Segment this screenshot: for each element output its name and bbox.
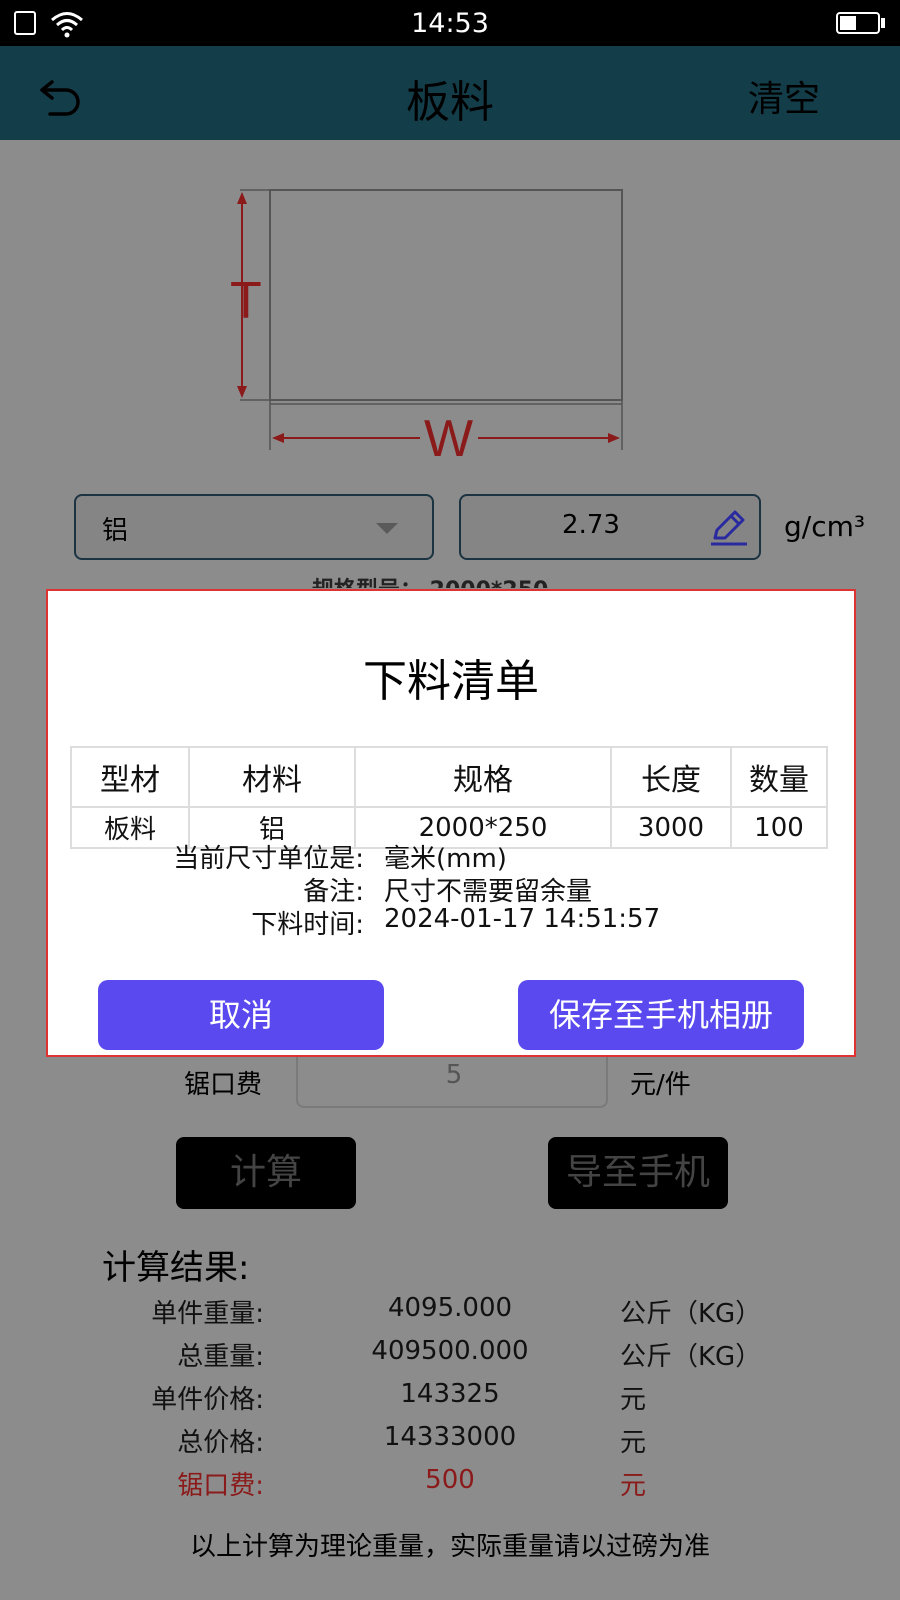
saw-fee-input[interactable]: 5: [296, 1048, 608, 1108]
status-bar: 14:53: [0, 0, 900, 46]
cutting-list-dialog: 下料清单 型材 材料 规格 长度 数量 板料 铝 2000*250 3000 1…: [46, 589, 856, 1057]
export-to-phone-button[interactable]: 导至手机: [548, 1137, 728, 1209]
density-unit: g/cm³: [784, 510, 866, 543]
material-selected-value: 铝: [102, 516, 129, 546]
saw-fee-value: 5: [445, 1060, 463, 1090]
table-header-cell: 规格: [354, 746, 612, 808]
t-label: T: [230, 272, 262, 330]
cutting-list-table: 型材 材料 规格 长度 数量 板料 铝 2000*250 3000 100: [70, 746, 828, 849]
battery-icon: [836, 12, 880, 34]
result-unit: 元: [620, 1385, 647, 1415]
cut-time-value: 2024-01-17 14:51:57: [384, 904, 661, 934]
table-header-cell: 型材: [70, 746, 190, 808]
remark-value: 尺寸不需要留余量: [384, 877, 593, 907]
edit-pencil-icon[interactable]: [705, 504, 753, 550]
cut-time-label: 下料时间:: [251, 910, 364, 940]
density-input[interactable]: 2.73: [459, 494, 761, 560]
spec-model-label: 规格型号： 2000*250: [312, 572, 548, 588]
status-time: 14:53: [411, 8, 489, 39]
table-header-cell: 长度: [610, 746, 732, 808]
battery-tip: [881, 18, 885, 28]
saw-fee-label: 锯口费: [184, 1070, 263, 1100]
table-header-cell: 数量: [730, 746, 828, 808]
results-title: 计算结果:: [102, 1248, 250, 1288]
dialog-title: 下料清单: [363, 656, 539, 707]
w-label: W: [424, 410, 473, 468]
result-unit-saw-fee: 元: [620, 1471, 647, 1501]
table-header-cell: 材料: [188, 746, 356, 808]
plate-diagram: T W: [230, 189, 623, 468]
table-cell: 100: [730, 806, 828, 849]
density-value: 2.73: [562, 510, 620, 540]
unit-info-value: 毫米(mm): [384, 844, 507, 874]
clear-button[interactable]: 清空: [748, 70, 820, 122]
cancel-button[interactable]: 取消: [98, 980, 384, 1050]
saw-fee-unit: 元/件: [630, 1070, 691, 1100]
table-cell: 3000: [610, 806, 732, 849]
material-select[interactable]: 铝: [74, 494, 434, 560]
dropdown-arrow-icon: [376, 523, 398, 534]
result-unit: 公斤（KG）: [620, 1299, 762, 1329]
table-header-row: 型材 材料 规格 长度 数量: [70, 746, 828, 808]
save-to-album-button[interactable]: 保存至手机相册: [518, 980, 804, 1050]
calculate-button[interactable]: 计算: [176, 1137, 356, 1209]
footer-note: 以上计算为理论重量，实际重量请以过磅为准: [189, 1532, 710, 1562]
remark-label: 备注:: [303, 877, 364, 907]
result-unit: 公斤（KG）: [620, 1342, 762, 1372]
app-header: 板料 清空: [0, 46, 900, 140]
result-unit: 元: [620, 1428, 647, 1458]
unit-info-label: 当前尺寸单位是:: [173, 844, 364, 874]
